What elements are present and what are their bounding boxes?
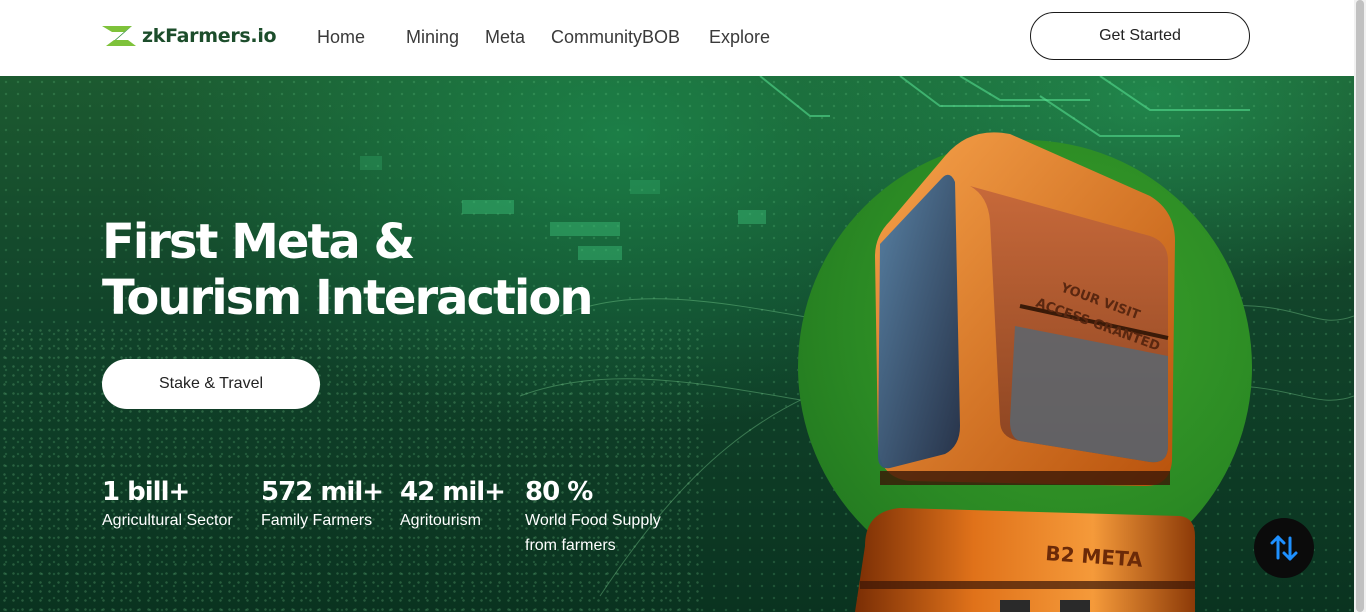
swap-vertical-icon — [1270, 535, 1298, 561]
stat-label: Family Farmers — [261, 512, 373, 529]
scroll-toggle-button[interactable] — [1254, 518, 1314, 578]
nav-item-meta[interactable]: Meta — [485, 27, 525, 48]
zk-logo-icon — [102, 26, 136, 46]
stat-value: 572 mil+ — [261, 477, 384, 507]
hero-section: First Meta & Tourism Interaction Stake &… — [0, 76, 1354, 612]
stat-value: 80 % — [525, 477, 593, 507]
nav-item-explore[interactable]: Explore — [709, 27, 770, 48]
stat-label: Agricultural Sector — [102, 512, 233, 529]
brand-logo[interactable]: zkFarmers.io — [102, 24, 277, 48]
stat-label: World Food Supply — [525, 512, 661, 529]
hero-title-line1: First Meta & — [102, 214, 415, 270]
site-header: zkFarmers.io Home Mining Meta CommunityB… — [0, 0, 1354, 76]
stat-agricultural-sector: 1 bill+ Agricultural Sector — [102, 476, 233, 533]
nav-item-communitybob[interactable]: CommunityBOB — [551, 27, 680, 48]
page-scrollbar[interactable] — [1354, 0, 1366, 612]
stat-world-food-supply: 80 % World Food Supply from farmers — [525, 476, 661, 558]
hero-title: First Meta & Tourism Interaction — [102, 214, 594, 326]
stake-travel-button[interactable]: Stake & Travel — [102, 359, 320, 409]
stat-value: 1 bill+ — [102, 477, 190, 507]
scrollbar-thumb[interactable] — [1356, 0, 1364, 612]
hero-title-line2: Tourism Interaction — [102, 270, 594, 326]
stat-label: from farmers — [525, 537, 616, 554]
stat-family-farmers: 572 mil+ Family Farmers — [261, 476, 384, 533]
stat-label: Agritourism — [400, 512, 481, 529]
get-started-button[interactable]: Get Started — [1030, 12, 1250, 60]
b2-meta-robot-image: YOUR VISIT ACCESS GRANTED B2 META — [855, 132, 1195, 612]
nav-item-mining[interactable]: Mining — [406, 27, 459, 48]
stat-value: 42 mil+ — [400, 477, 506, 507]
brand-name: zkFarmers.io — [142, 25, 277, 47]
stat-agritourism: 42 mil+ Agritourism — [400, 476, 506, 533]
nav-item-home[interactable]: Home — [317, 27, 365, 48]
